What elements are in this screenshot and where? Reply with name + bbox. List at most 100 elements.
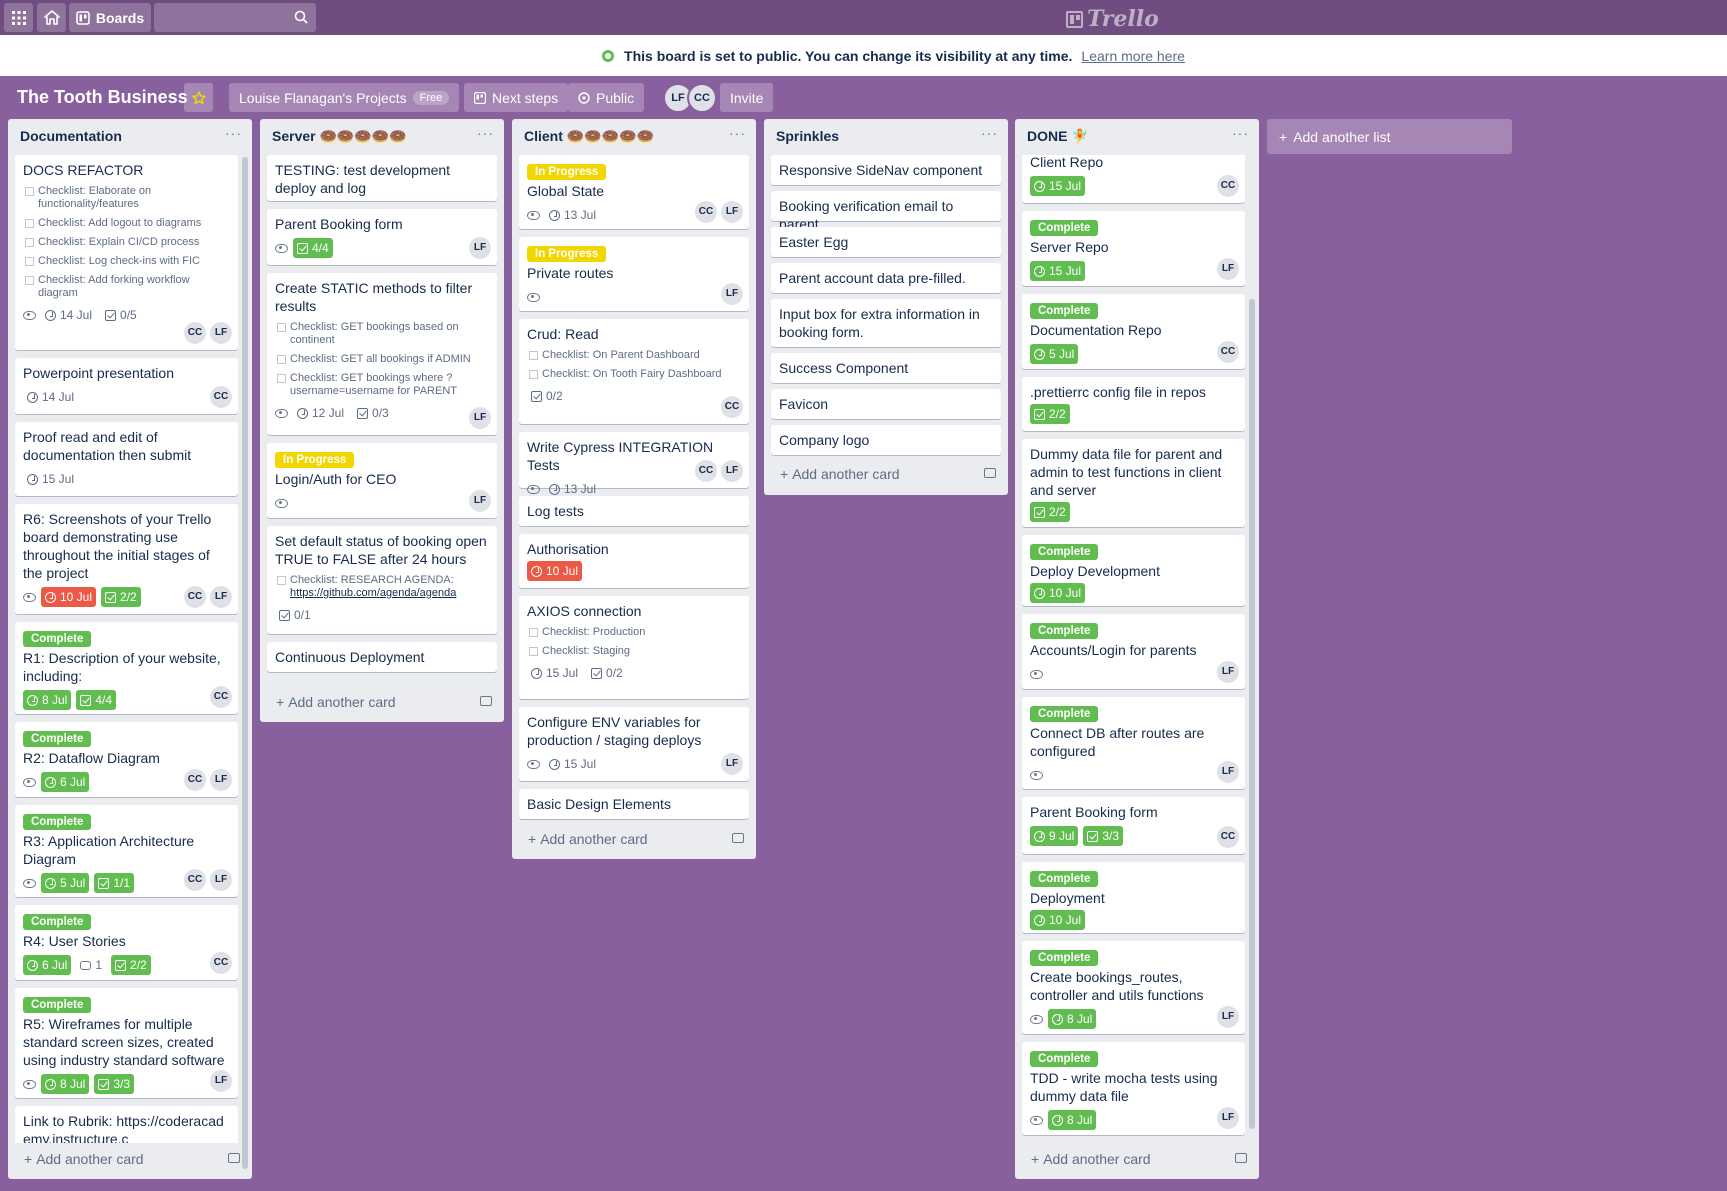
member-avatar[interactable]: LF xyxy=(210,322,232,344)
card[interactable]: Favicon xyxy=(771,389,1001,419)
card[interactable]: Booking verification email to parent xyxy=(771,191,1001,232)
member-avatar[interactable]: CC xyxy=(184,322,206,344)
card[interactable]: In Progress Global State 13 Jul CC LF xyxy=(519,155,749,229)
card[interactable]: In Progress Private routes LF xyxy=(519,237,749,311)
trello-logo[interactable]: Trello xyxy=(1066,6,1159,32)
list-menu-button[interactable]: ··· xyxy=(981,125,998,141)
card[interactable]: Responsive SideNav component xyxy=(771,155,1001,185)
member-avatar[interactable]: LF xyxy=(1217,1006,1239,1028)
invite-button[interactable]: Invite xyxy=(720,83,774,112)
member-avatar[interactable]: LF xyxy=(210,869,232,891)
member-avatar[interactable]: CC xyxy=(210,386,232,408)
add-card-button[interactable]: + Add another card xyxy=(520,825,748,853)
member-avatar[interactable]: LF xyxy=(721,460,743,482)
member-avatar[interactable]: CC xyxy=(184,586,206,608)
list-scrollbar[interactable] xyxy=(1249,299,1255,1129)
card[interactable]: AXIOS connection Checklist: Production C… xyxy=(519,596,749,699)
member-avatar[interactable]: LF xyxy=(469,237,491,259)
list-title[interactable]: DONE 🧚 xyxy=(1027,128,1089,145)
next-steps-button[interactable]: Next steps xyxy=(464,83,569,112)
add-card-button[interactable]: + Add another card xyxy=(16,1145,244,1173)
card[interactable]: In Progress Login/Auth for CEO LF xyxy=(267,443,497,518)
card[interactable]: Complete Create bookings_routes, control… xyxy=(1022,941,1245,1034)
card[interactable]: Complete TDD - write mocha tests using d… xyxy=(1022,1042,1245,1135)
list-title[interactable]: Client 🍩🍩🍩🍩🍩 xyxy=(524,128,654,145)
list-title[interactable]: Sprinkles xyxy=(776,128,839,144)
card[interactable]: Complete R4: User Stories 6 Jul 1 2/2 CC xyxy=(15,905,238,980)
member-avatar[interactable]: CC xyxy=(210,686,232,708)
list-title[interactable]: Documentation xyxy=(20,128,122,144)
member-avatar[interactable]: LF xyxy=(1217,258,1239,280)
apps-button[interactable] xyxy=(4,3,33,32)
card[interactable]: Crud: Read Checklist: On Parent Dashboar… xyxy=(519,319,749,424)
member-avatar[interactable]: LF xyxy=(1217,661,1239,683)
card[interactable]: Continuous Deployment xyxy=(267,642,497,672)
member-avatar[interactable]: CC xyxy=(695,201,717,223)
learn-more-link[interactable]: Learn more here xyxy=(1081,48,1185,64)
member-avatar[interactable]: LF xyxy=(1217,1107,1239,1129)
member-avatar[interactable]: LF xyxy=(721,753,743,775)
card[interactable]: Basic Design Elements xyxy=(519,789,749,819)
card[interactable]: Parent Booking form 9 Jul 3/3 CC xyxy=(1022,797,1245,854)
board-title[interactable]: The Tooth Business xyxy=(17,84,188,110)
card[interactable]: Success Component xyxy=(771,353,1001,383)
card[interactable]: Complete Accounts/Login for parents LF xyxy=(1022,614,1245,689)
card[interactable]: Complete R5: Wireframes for multiple sta… xyxy=(15,988,238,1098)
card[interactable]: Write Cypress INTEGRATION Tests 13 Jul C… xyxy=(519,432,749,496)
member-avatar[interactable]: LF xyxy=(721,283,743,305)
add-list-button[interactable]: + Add another list xyxy=(1267,119,1512,154)
checklist-link[interactable]: https://github.com/agenda/agenda xyxy=(290,587,456,599)
card[interactable]: Proof read and edit of documentation the… xyxy=(15,422,238,496)
card[interactable]: Client Repo 15 Jul CC xyxy=(1022,155,1245,203)
card[interactable]: R6: Screenshots of your Trello board dem… xyxy=(15,504,238,614)
card[interactable]: Company logo xyxy=(771,425,1001,455)
card[interactable]: Parent Booking form 4/4 LF xyxy=(267,209,497,265)
card[interactable]: Complete Server Repo 15 Jul LF xyxy=(1022,211,1245,286)
home-button[interactable] xyxy=(37,3,66,32)
card-template-icon[interactable] xyxy=(984,468,996,478)
card[interactable]: Complete R3: Application Architecture Di… xyxy=(15,805,238,897)
card[interactable]: Complete R2: Dataflow Diagram 6 Jul CC LF xyxy=(15,722,238,797)
card[interactable]: Complete Deploy Development 10 Jul xyxy=(1022,535,1245,606)
card-template-icon[interactable] xyxy=(228,1153,240,1163)
card[interactable]: Powerpoint presentation 14 Jul CC xyxy=(15,358,238,414)
card[interactable]: Set default status of booking open TRUE … xyxy=(267,526,497,634)
list-title[interactable]: Server 🍩🍩🍩🍩🍩 xyxy=(272,128,407,145)
card[interactable]: Link to Rubrik: https://coderacademy.ins… xyxy=(15,1106,238,1143)
card[interactable]: TESTING: test development deploy and log xyxy=(267,155,497,201)
member-avatar[interactable]: LF xyxy=(469,407,491,429)
card[interactable]: Complete Deployment 10 Jul xyxy=(1022,862,1245,933)
member-avatar[interactable]: CC xyxy=(687,83,717,113)
card-template-icon[interactable] xyxy=(732,833,744,843)
card[interactable]: Complete Documentation Repo 5 Jul CC xyxy=(1022,294,1245,369)
card-template-icon[interactable] xyxy=(1235,1153,1247,1163)
list-scrollbar[interactable] xyxy=(242,157,248,1169)
star-button[interactable] xyxy=(184,83,213,112)
card[interactable]: Configure ENV variables for production /… xyxy=(519,707,749,781)
member-avatar[interactable]: LF xyxy=(210,769,232,791)
card[interactable]: DOCS REFACTOR Checklist: Elaborate on fu… xyxy=(15,155,238,350)
visibility-button[interactable]: Public xyxy=(568,83,645,112)
list-menu-button[interactable]: ··· xyxy=(729,125,746,141)
team-button[interactable]: Louise Flanagan's Projects Free xyxy=(229,83,460,112)
member-avatar[interactable]: LF xyxy=(469,490,491,512)
member-avatar[interactable]: CC xyxy=(721,396,743,418)
card[interactable]: Easter Egg xyxy=(771,227,1001,257)
card[interactable]: Parent account data pre-filled. xyxy=(771,263,1001,293)
card[interactable]: .prettierrc config file in repos 2/2 xyxy=(1022,377,1245,431)
card[interactable]: Complete Connect DB after routes are con… xyxy=(1022,697,1245,789)
member-avatar[interactable]: LF xyxy=(210,586,232,608)
list-menu-button[interactable]: ··· xyxy=(1232,125,1249,141)
card[interactable]: Create STATIC methods to filter results … xyxy=(267,273,497,435)
card[interactable]: Authorisation 10 Jul xyxy=(519,534,749,588)
list-menu-button[interactable]: ··· xyxy=(477,125,494,141)
add-card-button[interactable]: + Add another card xyxy=(268,688,496,716)
card[interactable]: Input box for extra information in booki… xyxy=(771,299,1001,347)
card[interactable]: Dummy data file for parent and admin to … xyxy=(1022,439,1245,527)
member-avatar[interactable]: CC xyxy=(1217,341,1239,363)
card-template-icon[interactable] xyxy=(480,696,492,706)
member-avatar[interactable]: CC xyxy=(184,869,206,891)
member-avatar[interactable]: LF xyxy=(721,201,743,223)
member-avatar[interactable]: LF xyxy=(210,1070,232,1092)
member-avatar[interactable]: CC xyxy=(695,460,717,482)
